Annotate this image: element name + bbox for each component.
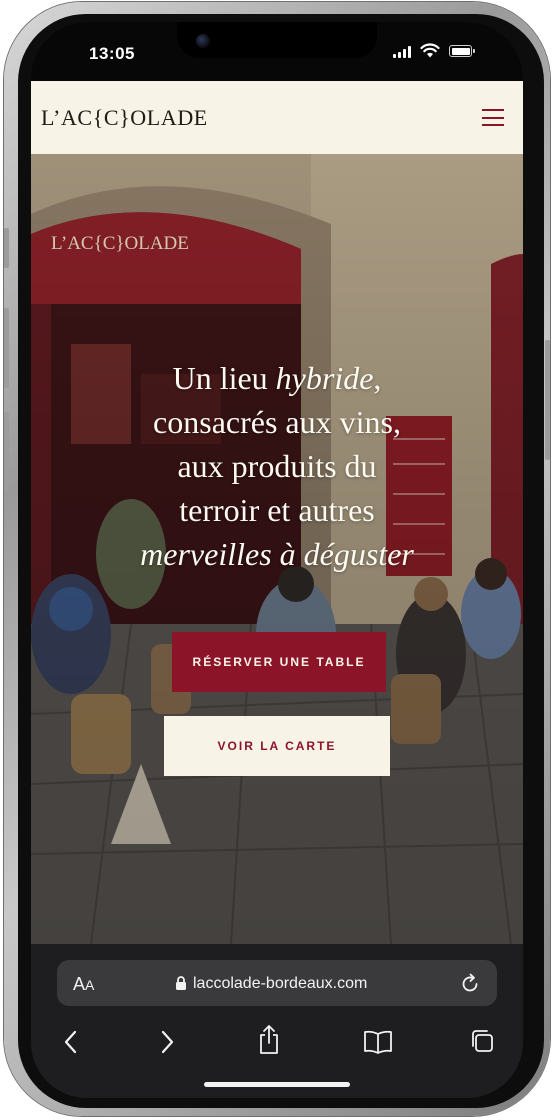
headline-line-2: consacrés aux vins,	[153, 404, 401, 440]
hero-headline: Un lieu hybride, consacrés aux vins, aux…	[31, 356, 523, 576]
headline-line-4: terroir et autres	[179, 492, 375, 528]
headline-punctuation: ,	[373, 360, 382, 396]
headline-line-3: aux produits du	[177, 448, 377, 484]
tabs-icon[interactable]	[469, 1028, 495, 1054]
side-button	[545, 340, 550, 460]
reserve-table-button[interactable]: RÉSERVER UNE TABLE	[172, 632, 386, 692]
forward-icon[interactable]	[157, 1028, 177, 1056]
text-size-small: A	[85, 977, 95, 993]
headline-emphasis: merveilles à déguster	[140, 536, 414, 572]
text-size-large: A	[73, 974, 86, 994]
view-menu-button[interactable]: VOIR LA CARTE	[164, 716, 390, 776]
status-time: 13:05	[89, 44, 135, 63]
browser-bar: AA laccolade-bordeaux.com	[31, 944, 523, 1098]
hamburger-menu-icon[interactable]	[482, 109, 504, 127]
hero-section: L’AC{C}OLADE	[31, 154, 523, 944]
url-text: laccolade-bordeaux.com	[193, 975, 368, 992]
mute-switch	[4, 228, 9, 268]
home-indicator	[204, 1082, 350, 1087]
status-bar: 13:05	[31, 22, 523, 81]
reload-icon[interactable]	[459, 973, 481, 995]
screen: 13:05 L’AC{C}OLADE Un lieu hybride, cons…	[31, 22, 523, 1098]
camera-icon	[196, 34, 210, 48]
site-logo[interactable]: L’AC{C}OLADE	[41, 105, 208, 131]
headline-emphasis: hybride	[275, 360, 374, 396]
volume-down-button	[4, 412, 9, 492]
share-icon[interactable]	[257, 1024, 281, 1056]
back-icon[interactable]	[61, 1028, 81, 1056]
volume-up-button	[4, 308, 9, 388]
lock-icon	[176, 976, 186, 990]
address-bar[interactable]: AA laccolade-bordeaux.com	[57, 960, 497, 1006]
headline-line-1: Un lieu hybride,	[31, 356, 523, 400]
headline-line-5: merveilles à déguster	[31, 532, 523, 576]
text-size-button[interactable]: AA	[73, 974, 94, 995]
headline-text: Un lieu	[172, 360, 276, 396]
battery-icon	[449, 45, 475, 57]
bookmarks-icon[interactable]	[362, 1030, 394, 1054]
wifi-icon	[420, 43, 440, 58]
site-header: L’AC{C}OLADE	[31, 81, 523, 154]
cellular-signal-icon	[393, 46, 413, 58]
